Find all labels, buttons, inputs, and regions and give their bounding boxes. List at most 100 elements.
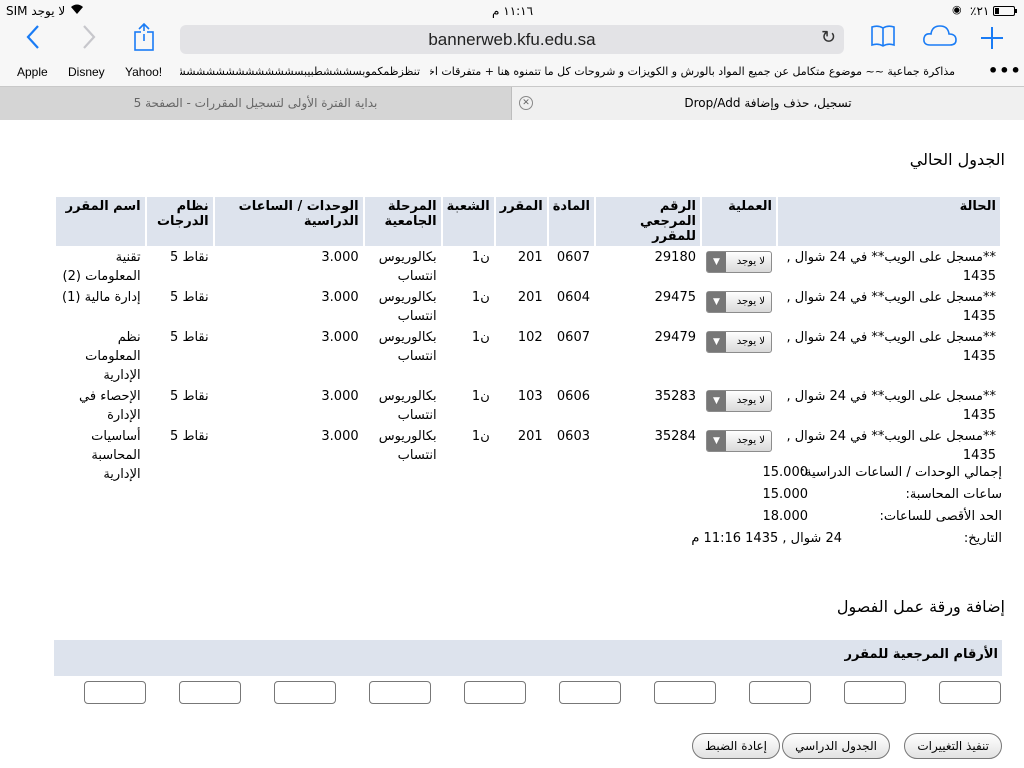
back-icon[interactable]: [26, 24, 40, 57]
crn-inputs: [53, 681, 1001, 705]
row-section: ن1: [471, 429, 490, 444]
select-arrow-icon: ▼: [707, 391, 726, 411]
battery-percent: ٢١٪: [970, 4, 990, 18]
bookmark-study-link[interactable]: مذاكرة جماعية ~~ موضوع متكامل عن جميع ال…: [430, 65, 955, 78]
row-level: بكالوريوس انتساب: [378, 429, 437, 463]
status-bar: لا يوجد SIM ١١:١٦ م ◉ ٢١٪: [0, 0, 1024, 22]
row-grading: نقاط 5: [170, 250, 209, 265]
row-subject: 0606: [556, 389, 590, 404]
row-grading: نقاط 5: [170, 330, 209, 345]
row-title: الإحصاء في الإدارة: [79, 389, 141, 423]
current-schedule-table: الحالة العملية الرقم المرجعي للمقرر الما…: [54, 195, 1002, 486]
row-units: 3.000: [321, 429, 359, 444]
action-select[interactable]: لا يوجد ▼: [706, 331, 772, 353]
crn-input-7[interactable]: [369, 681, 431, 704]
submit-changes-button[interactable]: تنفيذ التغييرات: [904, 733, 1002, 759]
action-select-value: لا يوجد: [736, 336, 765, 347]
tab-drop-add[interactable]: تسجيل، حذف وإضافة Drop/Add: [512, 87, 1024, 120]
bookmark-folder-label: تنظزظمكموبسشششطبيبسششششششششششششششش: [180, 65, 420, 78]
crn-input-5[interactable]: [559, 681, 621, 704]
battery-icon: [993, 6, 1017, 16]
row-status: **مسجل على الويب** في 24 شوال , 1435: [786, 290, 996, 324]
icloud-tabs-icon[interactable]: [922, 23, 958, 56]
row-units: 3.000: [321, 389, 359, 404]
row-course: 201: [517, 290, 543, 305]
crn-input-3[interactable]: [749, 681, 811, 704]
row-section: ن1: [471, 330, 490, 345]
select-arrow-icon: ▼: [707, 252, 726, 272]
row-section: ن1: [471, 250, 490, 265]
row-crn: 35283: [654, 389, 696, 404]
row-section: ن1: [471, 290, 490, 305]
reset-button[interactable]: إعادة الضبط: [691, 733, 780, 759]
crn-input-6[interactable]: [464, 681, 526, 704]
carrier-label: لا يوجد SIM: [6, 4, 66, 18]
row-status: **مسجل على الويب** في 24 شوال , 1435: [786, 330, 996, 364]
address-bar[interactable]: bannerweb.kfu.edu.sa ↻: [180, 25, 844, 54]
row-title: تقنية المعلومات (2): [62, 250, 141, 284]
col-crn: الرقم المرجعي للمقرر: [596, 197, 700, 246]
bookmarks-icon[interactable]: [870, 24, 896, 55]
close-tab-icon[interactable]: ✕: [519, 96, 533, 110]
row-course: 103: [517, 389, 543, 404]
page-content: الجدول الحالي الحالة العملية الرقم المرج…: [0, 120, 1024, 768]
tab-bar: بداية الفترة الأولى لتسجيل المقررات - ال…: [0, 86, 1024, 120]
row-title: أساسيات المحاسبة الإدارية: [91, 429, 141, 482]
col-units: الوحدات / الساعات الدراسية: [214, 197, 363, 246]
col-grading: نظام الدرجات: [146, 197, 213, 246]
crn-input-1[interactable]: [939, 681, 1001, 704]
bookmark-folder[interactable]: تنظزظمكموبسشششطبيبسششششششششششششششش ⌄: [180, 65, 420, 78]
status-time: ١١:١٦ م: [492, 4, 534, 18]
row-grading: نقاط 5: [170, 429, 209, 444]
table-row: **مسجل على الويب** في 24 شوال , 1435 لا …: [56, 387, 1000, 425]
more-icon[interactable]: •••: [988, 61, 1022, 80]
row-crn: 29475: [654, 290, 696, 305]
row-title: إدارة مالية (1): [62, 290, 141, 305]
bookmark-apple[interactable]: Apple: [17, 65, 48, 79]
url-text: bannerweb.kfu.edu.sa: [428, 30, 596, 49]
bookmark-disney[interactable]: Disney: [68, 65, 105, 79]
date-label: التاريخ:: [963, 531, 1002, 546]
table-row: **مسجل على الويب** في 24 شوال , 1435 لا …: [56, 288, 1000, 326]
row-level: بكالوريوس انتساب: [378, 330, 437, 364]
share-icon[interactable]: [132, 22, 156, 59]
action-select[interactable]: لا يوجد ▼: [706, 291, 772, 313]
row-course: 102: [517, 330, 543, 345]
row-title: نظم المعلومات الإدارية: [85, 330, 141, 383]
wifi-icon: [70, 3, 84, 18]
action-select[interactable]: لا يوجد ▼: [706, 430, 772, 452]
new-tab-icon[interactable]: [980, 22, 1004, 58]
max-hours-label: الحد الأقصى للساعات:: [879, 509, 1002, 524]
row-grading: نقاط 5: [170, 389, 209, 404]
row-course: 201: [517, 250, 543, 265]
tab-registration-page5[interactable]: بداية الفترة الأولى لتسجيل المقررات - ال…: [0, 87, 512, 120]
row-units: 3.000: [321, 290, 359, 305]
row-subject: 0603: [556, 429, 590, 444]
class-schedule-button[interactable]: الجدول الدراسي: [782, 733, 890, 759]
select-arrow-icon: ▼: [707, 431, 726, 451]
billing-hours-label: ساعات المحاسبة:: [905, 487, 1002, 502]
crn-input-10[interactable]: [84, 681, 146, 704]
crn-input-9[interactable]: [179, 681, 241, 704]
crn-input-2[interactable]: [844, 681, 906, 704]
row-status: **مسجل على الويب** في 24 شوال , 1435: [786, 389, 996, 423]
action-select[interactable]: لا يوجد ▼: [706, 251, 772, 273]
table-row: **مسجل على الويب** في 24 شوال , 1435 لا …: [56, 328, 1000, 385]
crn-input-8[interactable]: [274, 681, 336, 704]
bookmark-yahoo[interactable]: Yahoo!: [125, 65, 162, 79]
row-subject: 0604: [556, 290, 590, 305]
action-select[interactable]: لا يوجد ▼: [706, 390, 772, 412]
total-units-value: 15.000: [762, 465, 809, 480]
row-level: بكالوريوس انتساب: [378, 389, 437, 423]
select-arrow-icon: ▼: [707, 332, 726, 352]
row-section: ن1: [471, 389, 490, 404]
reload-icon[interactable]: ↻: [821, 27, 836, 48]
action-select-value: لا يوجد: [736, 395, 765, 406]
billing-hours-value: 15.000: [762, 487, 809, 502]
row-course: 201: [517, 429, 543, 444]
col-subject: المادة: [548, 197, 594, 246]
row-status: **مسجل على الويب** في 24 شوال , 1435: [786, 250, 996, 284]
forward-icon[interactable]: [82, 24, 96, 57]
row-subject: 0607: [556, 330, 590, 345]
crn-input-4[interactable]: [654, 681, 716, 704]
